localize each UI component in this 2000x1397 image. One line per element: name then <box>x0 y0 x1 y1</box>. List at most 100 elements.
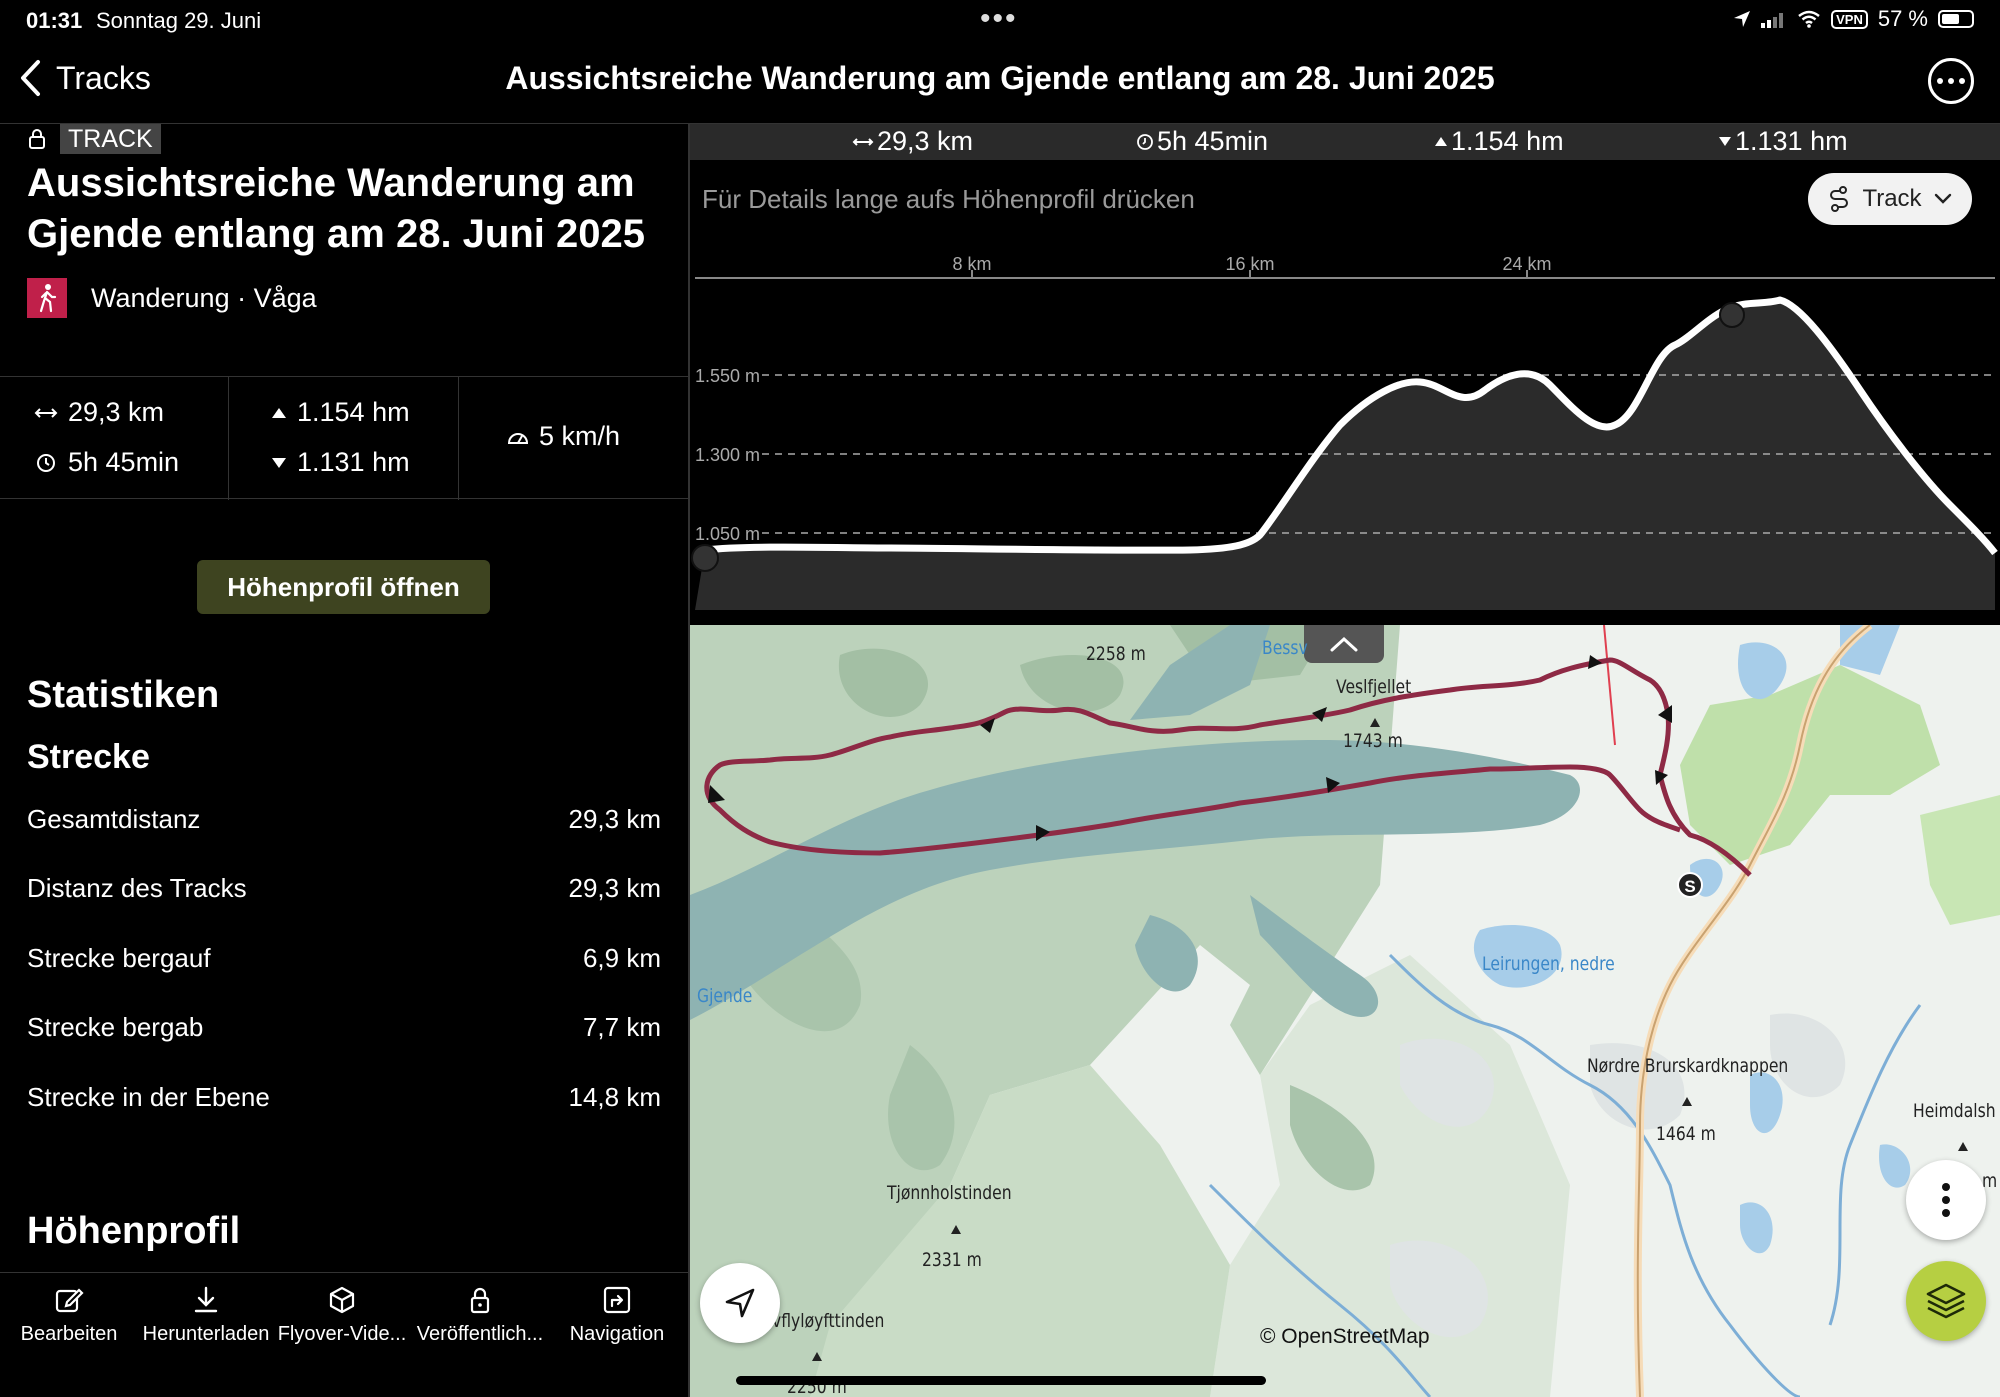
x-tick-label: 24 km <box>1502 254 1551 274</box>
edit-button[interactable]: Bearbeiten <box>17 1285 121 1346</box>
track-details-panel: TRACK Aussichtsreiche Wanderung am Gjend… <box>0 124 688 1272</box>
open-elevation-profile-button[interactable]: Höhenprofil öffnen <box>197 560 490 614</box>
map-label: 1464 m <box>1656 1123 1716 1145</box>
map-layers-button[interactable] <box>1906 1261 1986 1341</box>
elevation-area <box>695 300 1995 610</box>
collapse-profile-button[interactable] <box>1304 625 1384 663</box>
locate-me-button[interactable] <box>700 1263 780 1343</box>
map-label: 1743 m <box>1343 730 1403 752</box>
track-type-tag: TRACK <box>60 124 161 154</box>
elevation-profile-section-title: Höhenprofil <box>27 1210 241 1252</box>
lock-icon <box>470 1287 490 1314</box>
chevron-left-icon <box>21 60 40 96</box>
map-menu-button[interactable] <box>1906 1160 1986 1240</box>
download-icon <box>194 1286 218 1313</box>
hiking-icon <box>27 278 67 318</box>
cube-icon <box>329 1286 355 1314</box>
multitasking-dots-icon[interactable]: ••• <box>980 2 1018 36</box>
map-label: Veslfjellet <box>1336 676 1412 698</box>
download-button[interactable]: Herunterladen <box>138 1285 274 1346</box>
elevation-stats-header: 29,3 km 5h 45min 1.154 hm 1.131 hm <box>690 124 2000 160</box>
layers-icon <box>1926 1283 1966 1319</box>
track-badge: TRACK <box>28 124 161 154</box>
map-label: 2258 m <box>1086 643 1146 665</box>
y-tick-label: 1.300 m <box>695 445 760 465</box>
stat-row: Distanz des Tracks 29,3 km <box>27 873 661 903</box>
battery-percent: 57 % <box>1877 6 1928 31</box>
summary-ascent: 1.154 hm <box>271 397 410 428</box>
elevation-chart: 8 km 16 km 24 km 1.550 m 1.300 m 1.050 m <box>691 254 1998 610</box>
header-descent: 1.131 hm <box>1718 126 1848 157</box>
status-time: 01:31 <box>26 8 83 33</box>
elevation-profile[interactable]: Für Details lange aufs Höhenprofil drück… <box>690 160 2000 625</box>
status-bar: 01:31 Sonntag 29. Juni ••• VPN 57 % <box>0 0 2000 40</box>
map-label: Nørdre Brurskardknappen <box>1587 1055 1789 1077</box>
map-label: 2331 m <box>922 1249 982 1271</box>
profile-start-marker <box>691 544 719 572</box>
track-title: Aussichtsreiche Wanderung am Gjende entl… <box>27 161 646 256</box>
lock-icon <box>29 129 45 149</box>
y-tick-label: 1.050 m <box>695 524 760 544</box>
more-options-button[interactable] <box>1928 58 1974 104</box>
stat-row: Strecke bergab 7,7 km <box>27 1012 661 1042</box>
summary-cell-distance-time: 29,3 km 5h 45min <box>0 377 229 500</box>
bottom-toolbar: Bearbeiten Herunterladen Flyover-Vide...… <box>0 1272 688 1397</box>
speedometer-icon <box>507 432 529 444</box>
flyover-video-button[interactable]: Flyover-Vide... <box>278 1285 406 1346</box>
activity-row: Wanderung · Våga <box>27 278 317 318</box>
x-tick-label: 16 km <box>1225 254 1274 274</box>
summary-cell-elevation: 1.154 hm 1.131 hm <box>229 377 459 500</box>
header-duration: 5h 45min <box>1136 126 1268 157</box>
distance-section-title: Strecke <box>27 738 150 776</box>
peak-marker-icon <box>1370 718 1380 727</box>
wifi-icon <box>1798 10 1820 28</box>
cellular-signal-icon <box>1761 13 1784 28</box>
header-distance: 29,3 km <box>852 126 973 157</box>
triangle-up-icon <box>272 407 286 418</box>
activity-label: Wanderung · Våga <box>91 282 317 313</box>
location-arrow-icon <box>1734 11 1751 27</box>
status-date: Sonntag 29. Juni <box>96 8 262 33</box>
horizontal-arrows-icon <box>34 407 58 418</box>
summary-cell-speed: 5 km/h <box>459 377 688 500</box>
home-indicator[interactable] <box>736 1376 1266 1385</box>
peak-marker-icon <box>1958 1142 1968 1151</box>
summary-duration: 5h 45min <box>34 447 179 478</box>
nav-title: Aussichtsreiche Wanderung am Gjende entl… <box>505 60 1495 96</box>
summary-distance: 29,3 km <box>34 397 164 428</box>
vpn-badge: VPN <box>1831 9 1868 29</box>
peak-marker-icon <box>812 1352 822 1361</box>
vertical-dots-icon <box>1942 1183 1950 1217</box>
map-attribution[interactable]: © OpenStreetMap <box>1260 1325 1430 1349</box>
map-view[interactable]: S 2258 m Bessv Veslfjellet 1743 m Gjende… <box>690 625 2000 1397</box>
triangle-down-icon <box>272 457 286 468</box>
map-label: Leirungen, nedre <box>1482 953 1615 975</box>
status-icons: VPN 57 % <box>1733 6 1974 32</box>
horizontal-arrows-icon <box>852 137 874 146</box>
clock-icon <box>37 453 55 472</box>
back-button-label: Tracks <box>56 59 151 96</box>
back-button[interactable]: Tracks <box>18 58 151 98</box>
summary-speed: 5 km/h <box>507 421 620 452</box>
header-ascent: 1.154 hm <box>1434 126 1564 157</box>
navigation-icon <box>603 1286 631 1314</box>
publish-button[interactable]: Veröffentlich... <box>412 1285 548 1346</box>
navigation-bar: Tracks Aussichtsreiche Wanderung am Gjen… <box>0 40 2000 124</box>
map-label: Bessv <box>1262 637 1308 659</box>
stat-row: Gesamtdistanz 29,3 km <box>27 804 661 834</box>
map-label: vflyløyfttinden <box>772 1310 885 1332</box>
y-tick-label: 1.550 m <box>695 366 760 386</box>
navigation-button[interactable]: Navigation <box>563 1285 671 1346</box>
triangle-down-icon <box>1719 137 1731 146</box>
start-marker-label: S <box>1684 877 1695 896</box>
peak-marker-icon <box>951 1225 961 1234</box>
map-label: Heimdalsh <box>1913 1100 1996 1122</box>
map-label: Tjønnholstinden <box>887 1182 1012 1204</box>
clock-icon <box>1137 133 1153 150</box>
stat-row: Strecke in der Ebene 14,8 km <box>27 1082 661 1112</box>
statistics-title: Statistiken <box>27 674 220 716</box>
edit-icon <box>55 1288 84 1313</box>
stat-row: Strecke bergauf 6,9 km <box>27 943 661 973</box>
summary-stats: 29,3 km 5h 45min 1.154 hm 1.131 hm 5 km/… <box>0 376 688 500</box>
peak-marker-icon <box>1682 1097 1692 1106</box>
